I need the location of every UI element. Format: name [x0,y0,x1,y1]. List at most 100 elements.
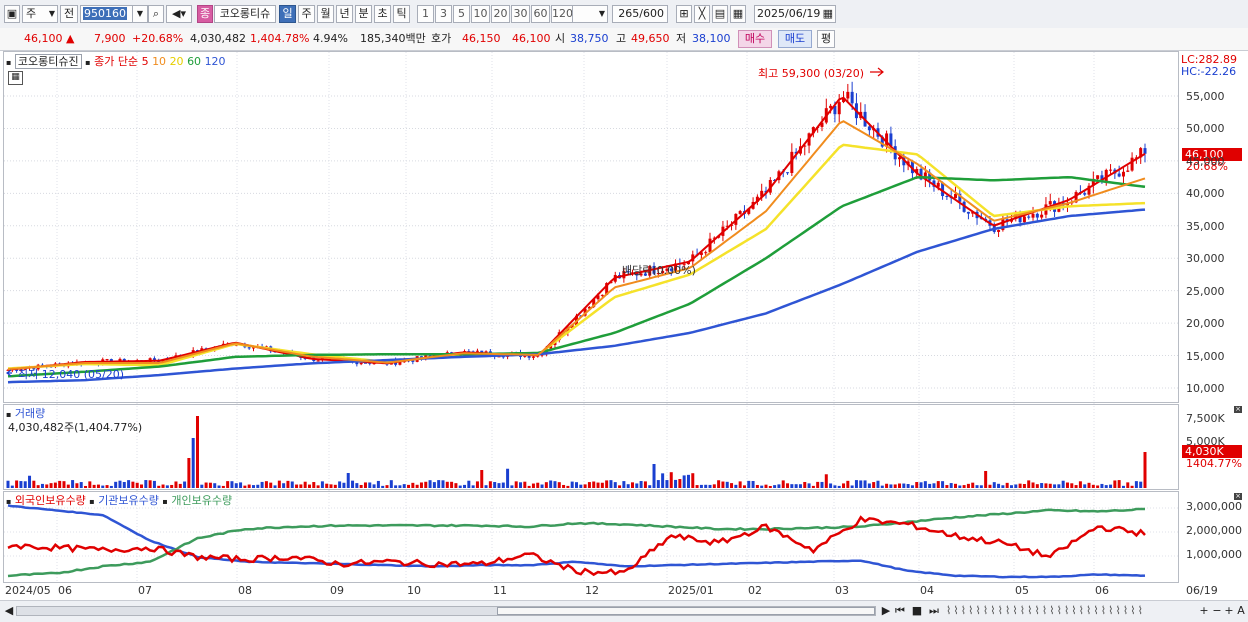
volume-bar [764,484,768,488]
individual-holdings-label[interactable]: 개인보유수량 [171,494,232,507]
stock-label[interactable]: 코오롱티슈진 [14,54,82,69]
candle-body [105,359,109,361]
volume-bar [441,480,445,488]
volume-bar [79,482,83,488]
first-icon[interactable]: ⏮ [893,604,907,618]
zoom-in-icon[interactable]: + [1199,604,1209,618]
table-icon[interactable]: ▦ [8,71,23,85]
foreign-holdings-label[interactable]: 외국인보유수량 [15,494,86,507]
volume-bar [320,481,324,488]
candle-body [1035,213,1039,218]
volume-bar [1009,485,1013,488]
play-icon[interactable]: ▶ [880,604,892,618]
holdings-tick-label: 2,000,000 [1186,524,1242,537]
volume-bar [635,483,639,488]
scroll-track[interactable] [16,606,876,616]
x-tick-label: 12 [585,584,599,597]
add-icon[interactable]: + [1224,604,1234,618]
volume-bar [62,481,66,488]
zoom-out-icon[interactable]: − [1212,604,1222,618]
scroll-thumb[interactable] [497,607,875,615]
volume-bar [1121,485,1125,488]
volume-bar [325,483,329,488]
drawing-tools-icon[interactable]: ⌇⌇⌇⌇⌇⌇⌇⌇⌇⌇⌇⌇⌇⌇⌇⌇⌇⌇⌇⌇⌇⌇⌇⌇⌇⌇⌇ [946,604,1216,618]
volume-bar [889,484,893,488]
volume-bar [127,480,131,488]
volume-bar [174,481,178,488]
volume-bar [157,485,161,488]
volume-bar [949,483,953,488]
volume-bar [118,480,122,488]
volume-bar [704,484,708,488]
text-icon[interactable]: A [1236,604,1246,618]
volume-bar [686,474,690,488]
ma-label[interactable]: 종가 단순 [94,55,138,68]
volume-bar [790,484,794,488]
volume-bar [402,484,406,488]
stop-icon[interactable]: ■ [910,604,924,618]
ma10-label: 10 [152,55,167,68]
volume-bar [1117,480,1121,488]
volume-bar [135,482,139,488]
volume-pct-tag: 1404.77% [1186,457,1242,470]
candle-body [531,356,535,358]
volume-bar [208,482,212,488]
volume-bar [376,480,380,488]
volume-bar [84,485,88,488]
volume-bar [260,481,264,488]
candle-body [1031,213,1035,218]
volume-bar [691,473,695,488]
volume-bar [863,480,867,488]
square-icon: ▪ [162,497,168,506]
ma120-label: 120 [204,55,226,68]
candle-body [1048,201,1052,205]
volume-bar [923,481,927,488]
close-icon[interactable]: × [1234,493,1242,500]
volume-bar [264,481,268,488]
volume-bar [445,481,449,488]
x-tick-label: 04 [920,584,934,597]
volume-bar [359,484,363,488]
volume-bar [1134,481,1138,488]
volume-bar [583,484,587,488]
price-tick-label: 50,000 [1186,122,1225,135]
volume-bar [579,484,583,488]
volume-bar [467,480,471,488]
volume-bar [256,484,260,488]
volume-bar [665,480,669,488]
x-tick-label: 09 [330,584,344,597]
volume-bar [217,485,221,488]
volume-bar [553,481,557,488]
candle-body [1096,175,1100,179]
institution-holdings-label[interactable]: 기관보유수량 [98,494,159,507]
volume-bar [566,485,570,488]
volume-bar [682,475,686,488]
volume-bar [519,482,523,488]
volume-bar [312,482,316,488]
x-tick-label: 10 [407,584,421,597]
high-annotation: 최고 59,300 (03/20) [758,67,865,80]
scroll-left-icon[interactable]: ◀ [4,604,14,618]
x-tick-label: 11 [493,584,507,597]
volume-bar [979,485,983,488]
volume-bar [398,485,402,488]
volume-bar [1113,480,1117,488]
volume-bar [385,485,389,488]
candle-body [359,362,363,365]
volume-bar [885,483,889,488]
volume-bar [1035,484,1039,488]
volume-bar [902,483,906,488]
volume-bar [36,485,40,488]
volume-bar [221,485,225,488]
volume-bar [1018,483,1022,488]
volume-bar [183,481,187,488]
last-icon[interactable]: ⏭ [927,604,941,618]
volume-bar [71,480,75,488]
volume-bar [1074,485,1078,488]
close-icon[interactable]: × [1234,406,1242,413]
candle-body [1022,216,1026,223]
volume-bar [6,480,10,488]
volume-bar [28,475,32,488]
volume-bar [295,484,299,488]
volume-bar [148,480,152,488]
